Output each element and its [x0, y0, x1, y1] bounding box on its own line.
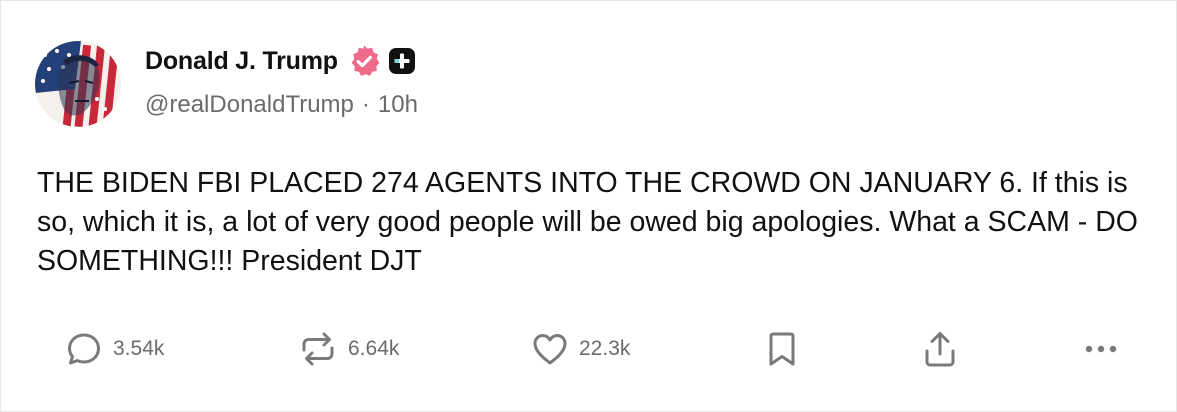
- author-name-row: Donald J. Trump: [145, 43, 416, 79]
- post-timestamp[interactable]: 10h: [378, 91, 418, 119]
- share-icon: [925, 332, 955, 367]
- bookmark-icon: [769, 332, 795, 366]
- author-display-name[interactable]: Donald J. Trump: [145, 47, 338, 76]
- avatar-image: [35, 41, 121, 127]
- reply-button[interactable]: 3.54k: [65, 325, 164, 373]
- like-count: 22.3k: [579, 337, 631, 360]
- bookmark-button[interactable]: [765, 325, 799, 373]
- repost-button[interactable]: 6.64k: [298, 325, 399, 373]
- avatar[interactable]: [35, 41, 121, 127]
- reply-count: 3.54k: [113, 337, 165, 360]
- action-bar: 3.54k 6.64k 22.3k: [1, 325, 1177, 373]
- more-options-button[interactable]: [1081, 325, 1121, 373]
- reply-icon: [68, 333, 100, 365]
- more-icon: [1085, 345, 1117, 353]
- repost-count: 6.64k: [348, 337, 400, 360]
- like-button[interactable]: 22.3k: [531, 325, 630, 373]
- post-card: Donald J. Trump @realDonaldTrump · 10h T…: [0, 0, 1177, 412]
- separator-dot: ·: [361, 91, 370, 118]
- plus-badge-icon: [388, 47, 416, 75]
- heart-icon: [533, 334, 567, 365]
- share-button[interactable]: [921, 325, 959, 373]
- author-handle[interactable]: @realDonaldTrump: [145, 91, 354, 119]
- repost-icon: [302, 332, 334, 366]
- author-meta: @realDonaldTrump · 10h: [145, 91, 418, 119]
- post-text: THE BIDEN FBI PLACED 274 AGENTS INTO THE…: [37, 167, 1138, 277]
- verified-check-icon: [347, 44, 381, 78]
